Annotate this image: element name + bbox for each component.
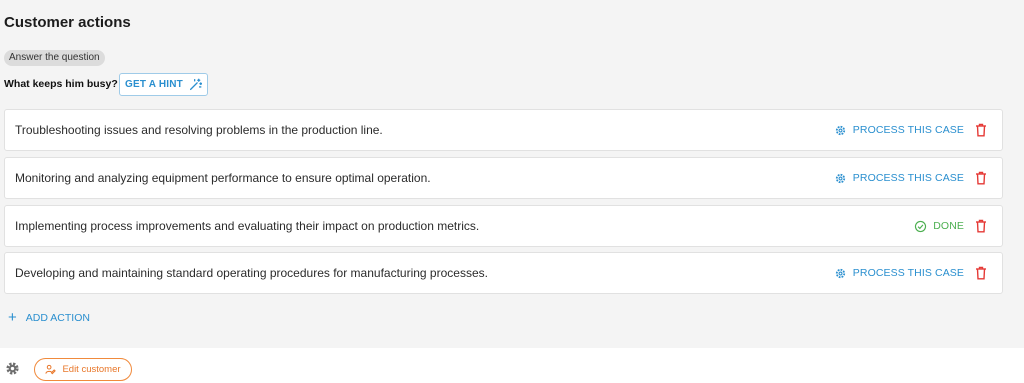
action-row: Troubleshooting issues and resolving pro… (4, 109, 1003, 151)
customer-actions-panel: Customer actions Answer the question Wha… (0, 0, 1024, 348)
action-text: Implementing process improvements and ev… (15, 219, 480, 233)
plus-icon: + (8, 309, 17, 326)
gear-icon (835, 268, 845, 278)
process-case-label: PROCESS THIS CASE (852, 267, 964, 279)
gear-icon (835, 125, 845, 135)
question-label: What keeps him busy? (4, 78, 118, 90)
process-case-button[interactable]: PROCESS THIS CASE (834, 170, 964, 186)
action-text: Developing and maintaining standard oper… (15, 266, 488, 280)
section-title: Customer actions (4, 14, 131, 31)
done-status[interactable]: DONE (914, 218, 964, 234)
answer-question-chip: Answer the question (4, 50, 105, 66)
edit-customer-label: Edit customer (62, 364, 121, 375)
add-action-button[interactable]: + ADD ACTION (8, 309, 90, 326)
process-case-button[interactable]: PROCESS THIS CASE (834, 265, 964, 281)
add-action-label: ADD ACTION (25, 312, 90, 324)
user-edit-icon (45, 364, 57, 375)
action-text: Troubleshooting issues and resolving pro… (15, 123, 383, 137)
trash-icon[interactable] (975, 171, 987, 185)
check-circle-icon (915, 220, 927, 232)
process-case-label: PROCESS THIS CASE (852, 172, 964, 184)
trash-icon[interactable] (975, 266, 987, 280)
action-row: Monitoring and analyzing equipment perfo… (4, 157, 1003, 199)
settings-gear-icon[interactable] (5, 361, 20, 376)
process-case-button[interactable]: PROCESS THIS CASE (834, 122, 964, 138)
action-row: Implementing process improvements and ev… (4, 205, 1003, 247)
action-row: Developing and maintaining standard oper… (4, 252, 1003, 294)
process-case-label: PROCESS THIS CASE (852, 124, 964, 136)
trash-icon[interactable] (975, 123, 987, 137)
magic-wand-icon (189, 78, 202, 91)
edit-customer-button[interactable]: Edit customer (34, 358, 132, 381)
gear-icon (835, 173, 845, 183)
trash-icon[interactable] (975, 219, 987, 233)
get-hint-label: GET A HINT (125, 79, 183, 90)
get-hint-button[interactable]: GET A HINT (119, 73, 208, 96)
done-label: DONE (933, 220, 964, 232)
action-text: Monitoring and analyzing equipment perfo… (15, 171, 431, 185)
